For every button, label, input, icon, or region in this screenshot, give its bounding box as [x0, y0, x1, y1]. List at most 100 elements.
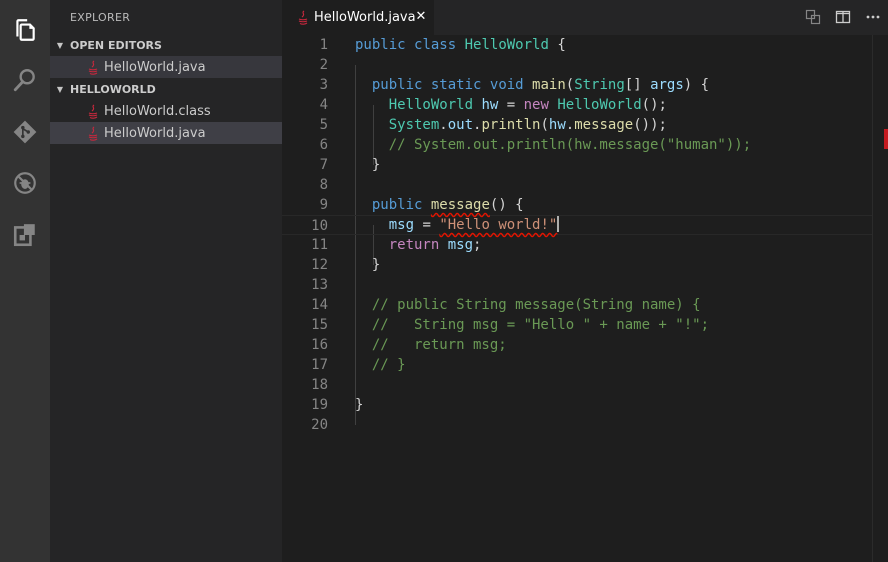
sidebar-title: EXPLORER [70, 11, 131, 24]
code-token: public [371, 197, 423, 213]
code-line: // public String message(String name) { [282, 295, 872, 315]
file-item-java[interactable]: HelloWorld.java [50, 122, 282, 144]
chevron-down-icon: ▼ [56, 84, 64, 94]
file-label: HelloWorld.class [104, 103, 211, 119]
code-token: . [439, 117, 448, 133]
code-token: hw [481, 97, 499, 113]
git-icon[interactable] [0, 107, 50, 157]
code-comment: // return msg; [355, 337, 507, 353]
code-token: msg [388, 217, 415, 233]
open-editor-item[interactable]: HelloWorld.java [50, 56, 282, 78]
code-token: out [447, 117, 474, 133]
code-line: System.out.println(hw.message()); [282, 115, 872, 135]
code-token: ( [540, 117, 549, 133]
code-line: // String msg = "Hello " + name + "!"; [282, 315, 872, 335]
code-token: [] [624, 77, 651, 93]
line-number: 8 [319, 177, 328, 193]
code-token: static [430, 77, 482, 93]
code-comment: // String msg = "Hello " + name + "!"; [355, 317, 710, 333]
more-actions-icon[interactable] [864, 8, 882, 26]
code-token: hw [548, 117, 566, 133]
code-token: public [371, 77, 423, 93]
file-item-class[interactable]: HelloWorld.class [50, 100, 282, 122]
explorer-sidebar: EXPLORER ▼ OPEN EDITORS HelloWorld.java … [50, 0, 282, 562]
code-comment: // System.out.println(hw.message("human"… [355, 137, 752, 153]
code-line: public static void main(String[] args) { [282, 75, 872, 95]
code-token: msg [447, 237, 474, 253]
code-line: public message() { [282, 195, 872, 215]
code-token: = [414, 217, 440, 233]
code-line: } [282, 155, 872, 175]
code-line: return msg; [282, 235, 872, 255]
line-number: 18 [311, 377, 328, 393]
code-token: public [355, 37, 406, 53]
code-token: ; [473, 237, 482, 253]
code-token: (); [641, 97, 667, 113]
vertical-scrollbar[interactable] [872, 35, 888, 562]
tab-label: HelloWorld.java [314, 10, 416, 25]
java-file-icon [86, 103, 100, 119]
tab-helloworld-java[interactable]: HelloWorld.java ✕ [282, 0, 434, 35]
project-section[interactable]: ▼ HELLOWORLD [50, 78, 282, 100]
code-token: main [532, 77, 566, 93]
line-number: 2 [319, 57, 328, 73]
open-editor-label: HelloWorld.java [104, 59, 206, 75]
code-token: ( [565, 77, 575, 93]
java-file-icon [296, 10, 310, 26]
explorer-icon[interactable] [0, 5, 50, 55]
code-token: class [414, 37, 457, 53]
search-icon[interactable] [0, 55, 50, 105]
code-token: message [574, 117, 634, 133]
code-token: ) { [683, 77, 710, 93]
java-file-icon [86, 59, 100, 75]
editor-area: HelloWorld.java ✕ 1 2 3 4 5 6 7 8 9 10 1… [282, 0, 888, 562]
code-line: HelloWorld hw = new HelloWorld(); [282, 95, 872, 115]
code-token: args [650, 77, 684, 93]
code-token: new [523, 97, 549, 113]
error-squiggle-token: "Hello world!" [439, 217, 558, 233]
code-line: // return msg; [282, 335, 872, 355]
open-changes-icon[interactable] [804, 8, 822, 26]
close-icon[interactable]: ✕ [414, 10, 428, 24]
code-editor[interactable]: 1 2 3 4 5 6 7 8 9 10 11 12 13 14 15 16 1… [282, 35, 888, 562]
error-squiggle-token: message [430, 197, 490, 213]
debug-icon[interactable] [0, 158, 50, 208]
java-file-icon [86, 125, 100, 141]
activity-bar [0, 0, 50, 562]
tab-bar: HelloWorld.java ✕ [282, 0, 888, 35]
extensions-icon[interactable] [0, 210, 50, 260]
code-token: ()); [633, 117, 667, 133]
code-line: // System.out.println(hw.message("human"… [282, 135, 872, 155]
code-line: } [282, 395, 872, 415]
code-token: = [498, 97, 524, 113]
code-line: public class HelloWorld { [282, 35, 872, 55]
open-editors-section[interactable]: ▼ OPEN EDITORS [50, 34, 282, 56]
code-line: // } [282, 355, 872, 375]
code-token: . [565, 117, 575, 133]
code-comment: // public String message(String name) { [355, 297, 701, 313]
project-label: HELLOWORLD [70, 82, 156, 96]
code-token: } [355, 257, 381, 273]
code-token: System [388, 117, 440, 133]
error-overview-marker [884, 129, 888, 149]
code-token: } [355, 157, 381, 173]
code-token: HelloWorld [557, 97, 642, 113]
code-token: return [388, 237, 440, 253]
code-token: void [489, 77, 524, 93]
code-token: () { [489, 197, 524, 213]
code-token: HelloWorld [464, 37, 549, 53]
code-token: println [481, 117, 541, 133]
split-editor-icon[interactable] [834, 8, 852, 26]
code-token: HelloWorld [388, 97, 474, 113]
